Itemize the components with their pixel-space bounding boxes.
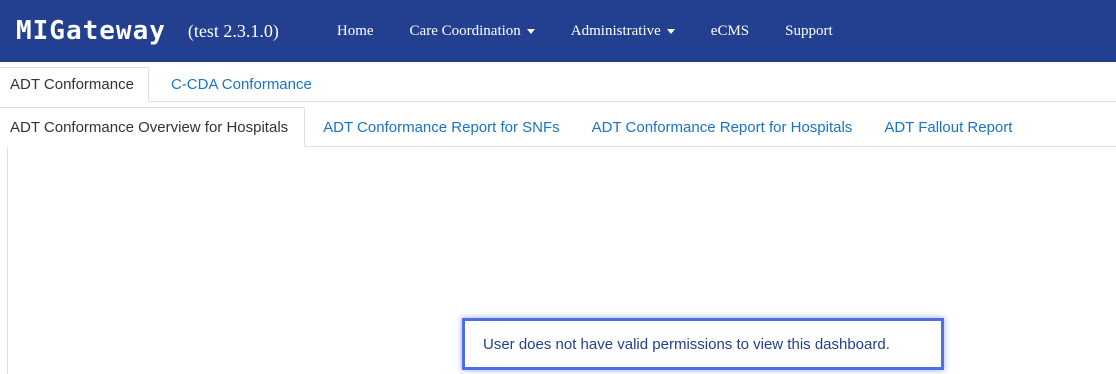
brand-logo[interactable]: MIGateway [16,18,166,44]
tab-ccda-conformance[interactable]: C-CDA Conformance [149,67,326,102]
nav-item-label: eCMS [710,22,750,39]
nav-item-home[interactable]: Home [319,23,392,40]
tab-label: C-CDA Conformance [170,76,312,93]
content-panel-border [7,147,8,374]
nav-item-label: Administrative [570,22,661,39]
nav-item-care-coordination[interactable]: Care Coordination [392,23,553,40]
tab-label: ADT Conformance [10,76,134,93]
tab-label: ADT Conformance Report for SNFs [323,118,560,136]
tab-adt-overview-hospitals[interactable]: ADT Conformance Overview for Hospitals [0,107,306,147]
tab-adt-report-snfs[interactable]: ADT Conformance Report for SNFs [305,107,575,147]
secondary-tabs: ADT Conformance Overview for Hospitals A… [0,107,1116,147]
nav-item-label: Home [336,22,374,39]
brand[interactable]: MIGateway (test 2.3.1.0) [16,0,279,62]
permission-message-text: User does not have valid permissions to … [483,335,890,353]
tab-label: ADT Conformance Report for Hospitals [591,118,853,136]
primary-tabs: ADT Conformance C-CDA Conformance [0,67,1116,102]
nav-item-label: Support [785,22,833,39]
version-label: (test 2.3.1.0) [187,20,279,41]
nav-item-administrative[interactable]: Administrative [553,23,693,40]
tab-adt-fallout-report[interactable]: ADT Fallout Report [868,107,1028,147]
nav-item-ecms[interactable]: eCMS [693,23,767,40]
tab-label: ADT Conformance Overview for Hospitals [10,118,289,136]
caret-down-icon [666,29,675,34]
tab-label: ADT Fallout Report [884,118,1013,136]
permission-message: User does not have valid permissions to … [462,318,944,370]
nav-item-label: Care Coordination [409,22,521,39]
caret-down-icon [526,29,535,34]
tab-adt-conformance[interactable]: ADT Conformance [0,67,149,102]
nav-menu: Home Care Coordination Administrative eC… [319,0,851,62]
nav-item-support[interactable]: Support [767,23,851,40]
page: MIGateway (test 2.3.1.0) Home Care Coord… [0,0,1116,374]
top-navbar: MIGateway (test 2.3.1.0) Home Care Coord… [0,0,1116,62]
tab-adt-report-hospitals[interactable]: ADT Conformance Report for Hospitals [576,107,869,147]
